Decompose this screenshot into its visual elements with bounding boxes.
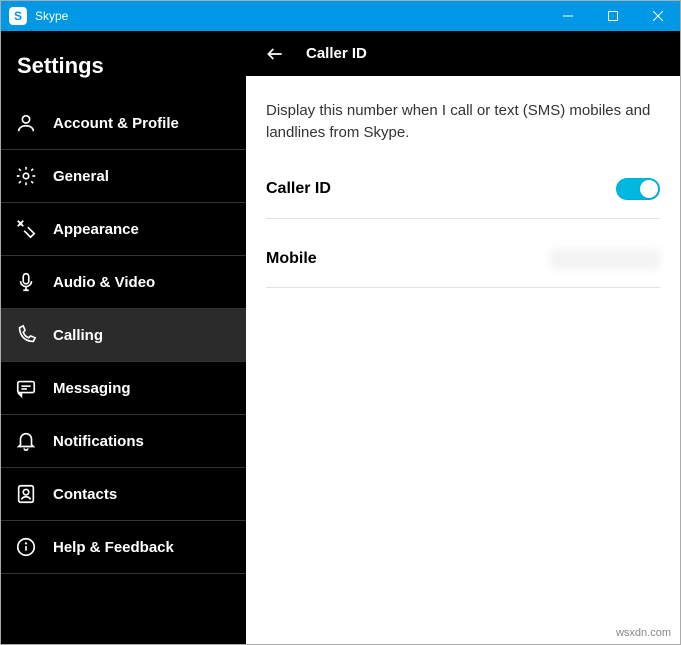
- back-button[interactable]: [264, 43, 286, 65]
- sidebar: Settings Account & Profile General Appea…: [1, 31, 246, 644]
- info-icon: [15, 536, 37, 558]
- bell-icon: [15, 430, 37, 452]
- sidebar-item-notifications[interactable]: Notifications: [1, 415, 246, 468]
- content-panel: Caller ID Display this number when I cal…: [246, 31, 680, 644]
- sidebar-item-audio-video[interactable]: Audio & Video: [1, 256, 246, 309]
- phone-icon: [15, 324, 37, 346]
- sidebar-item-messaging[interactable]: Messaging: [1, 362, 246, 415]
- titlebar: S Skype: [1, 1, 680, 31]
- maximize-button[interactable]: [590, 1, 635, 31]
- mobile-number-value: [550, 249, 660, 269]
- app-window: S Skype Settings Account & Profile: [0, 0, 681, 645]
- close-button[interactable]: [635, 1, 680, 31]
- minimize-icon: [563, 11, 573, 21]
- mobile-row[interactable]: Mobile: [266, 243, 660, 288]
- sidebar-item-help-feedback[interactable]: Help & Feedback: [1, 521, 246, 574]
- content-header: Caller ID: [246, 31, 680, 76]
- sidebar-item-calling[interactable]: Calling: [1, 309, 246, 362]
- minimize-button[interactable]: [545, 1, 590, 31]
- microphone-icon: [15, 271, 37, 293]
- sidebar-item-contacts[interactable]: Contacts: [1, 468, 246, 521]
- content-body: Display this number when I call or text …: [246, 76, 680, 336]
- sidebar-item-label: Account & Profile: [53, 115, 179, 132]
- sidebar-item-label: Contacts: [53, 486, 117, 503]
- page-title: Caller ID: [306, 45, 367, 62]
- maximize-icon: [608, 11, 618, 21]
- sidebar-title: Settings: [1, 31, 246, 97]
- sidebar-item-general[interactable]: General: [1, 150, 246, 203]
- account-icon: [15, 112, 37, 134]
- message-icon: [15, 377, 37, 399]
- watermark: wsxdn.com: [616, 627, 671, 639]
- app-title: Skype: [35, 9, 545, 23]
- app-icon: S: [9, 7, 27, 25]
- caller-id-toggle[interactable]: [616, 178, 660, 200]
- close-icon: [653, 11, 663, 21]
- window-controls: [545, 1, 680, 31]
- mobile-label: Mobile: [266, 250, 317, 268]
- appearance-icon: [15, 218, 37, 240]
- contacts-icon: [15, 483, 37, 505]
- sidebar-item-label: Notifications: [53, 433, 144, 450]
- sidebar-item-label: Calling: [53, 327, 103, 344]
- sidebar-item-account-profile[interactable]: Account & Profile: [1, 97, 246, 150]
- caller-id-row: Caller ID: [266, 172, 660, 219]
- sidebar-item-label: Audio & Video: [53, 274, 155, 291]
- sidebar-item-label: Help & Feedback: [53, 539, 174, 556]
- sidebar-item-label: General: [53, 168, 109, 185]
- caller-id-label: Caller ID: [266, 180, 331, 198]
- sidebar-item-label: Appearance: [53, 221, 139, 238]
- sidebar-item-label: Messaging: [53, 380, 131, 397]
- arrow-left-icon: [265, 44, 285, 64]
- sidebar-item-appearance[interactable]: Appearance: [1, 203, 246, 256]
- gear-icon: [15, 165, 37, 187]
- description-text: Display this number when I call or text …: [266, 100, 660, 144]
- app-body: Settings Account & Profile General Appea…: [1, 31, 680, 644]
